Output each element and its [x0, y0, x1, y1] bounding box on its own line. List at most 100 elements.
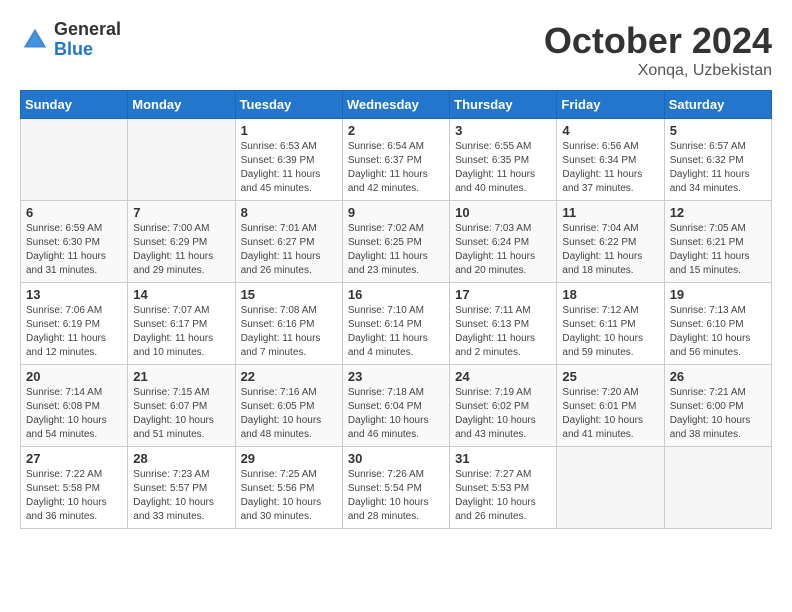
calendar-day-cell: 17 Sunrise: 7:11 AMSunset: 6:13 PMDaylig…: [450, 283, 557, 365]
day-number: 22: [241, 369, 337, 384]
day-detail: Sunrise: 7:06 AMSunset: 6:19 PMDaylight:…: [26, 304, 122, 360]
day-detail: Sunrise: 7:04 AMSunset: 6:22 PMDaylight:…: [562, 222, 658, 278]
day-detail: Sunrise: 6:53 AMSunset: 6:39 PMDaylight:…: [241, 140, 337, 196]
day-detail: Sunrise: 7:15 AMSunset: 6:07 PMDaylight:…: [133, 386, 229, 442]
day-number: 28: [133, 451, 229, 466]
location: Xonqa, Uzbekistan: [544, 62, 772, 80]
calendar-day-cell: 8 Sunrise: 7:01 AMSunset: 6:27 PMDayligh…: [235, 201, 342, 283]
day-number: 18: [562, 287, 658, 302]
day-number: 17: [455, 287, 551, 302]
calendar-day-cell: 27 Sunrise: 7:22 AMSunset: 5:58 PMDaylig…: [21, 447, 128, 529]
calendar-day-cell: 14 Sunrise: 7:07 AMSunset: 6:17 PMDaylig…: [128, 283, 235, 365]
day-detail: Sunrise: 6:56 AMSunset: 6:34 PMDaylight:…: [562, 140, 658, 196]
day-number: 20: [26, 369, 122, 384]
calendar-day-cell: 22 Sunrise: 7:16 AMSunset: 6:05 PMDaylig…: [235, 365, 342, 447]
calendar-week-row: 20 Sunrise: 7:14 AMSunset: 6:08 PMDaylig…: [21, 365, 772, 447]
day-number: 5: [670, 123, 766, 138]
calendar-day-cell: 30 Sunrise: 7:26 AMSunset: 5:54 PMDaylig…: [342, 447, 449, 529]
day-detail: Sunrise: 7:13 AMSunset: 6:10 PMDaylight:…: [670, 304, 766, 360]
day-detail: Sunrise: 7:26 AMSunset: 5:54 PMDaylight:…: [348, 468, 444, 524]
col-header-saturday: Saturday: [664, 91, 771, 119]
day-detail: Sunrise: 7:01 AMSunset: 6:27 PMDaylight:…: [241, 222, 337, 278]
calendar-day-cell: 12 Sunrise: 7:05 AMSunset: 6:21 PMDaylig…: [664, 201, 771, 283]
day-detail: Sunrise: 7:18 AMSunset: 6:04 PMDaylight:…: [348, 386, 444, 442]
calendar-day-cell: [21, 119, 128, 201]
calendar-day-cell: 29 Sunrise: 7:25 AMSunset: 5:56 PMDaylig…: [235, 447, 342, 529]
calendar-day-cell: 25 Sunrise: 7:20 AMSunset: 6:01 PMDaylig…: [557, 365, 664, 447]
logo-general-text: General: [54, 20, 121, 40]
day-number: 7: [133, 205, 229, 220]
day-detail: Sunrise: 7:03 AMSunset: 6:24 PMDaylight:…: [455, 222, 551, 278]
day-detail: Sunrise: 7:19 AMSunset: 6:02 PMDaylight:…: [455, 386, 551, 442]
day-number: 9: [348, 205, 444, 220]
calendar-day-cell: 21 Sunrise: 7:15 AMSunset: 6:07 PMDaylig…: [128, 365, 235, 447]
day-detail: Sunrise: 6:55 AMSunset: 6:35 PMDaylight:…: [455, 140, 551, 196]
day-number: 11: [562, 205, 658, 220]
day-detail: Sunrise: 7:11 AMSunset: 6:13 PMDaylight:…: [455, 304, 551, 360]
calendar-day-cell: [664, 447, 771, 529]
calendar-day-cell: 16 Sunrise: 7:10 AMSunset: 6:14 PMDaylig…: [342, 283, 449, 365]
calendar-day-cell: 26 Sunrise: 7:21 AMSunset: 6:00 PMDaylig…: [664, 365, 771, 447]
day-detail: Sunrise: 7:27 AMSunset: 5:53 PMDaylight:…: [455, 468, 551, 524]
logo-blue-text: Blue: [54, 40, 121, 60]
day-number: 12: [670, 205, 766, 220]
day-number: 27: [26, 451, 122, 466]
calendar-day-cell: 28 Sunrise: 7:23 AMSunset: 5:57 PMDaylig…: [128, 447, 235, 529]
calendar-day-cell: 6 Sunrise: 6:59 AMSunset: 6:30 PMDayligh…: [21, 201, 128, 283]
calendar-day-cell: 5 Sunrise: 6:57 AMSunset: 6:32 PMDayligh…: [664, 119, 771, 201]
day-number: 25: [562, 369, 658, 384]
calendar-day-cell: 2 Sunrise: 6:54 AMSunset: 6:37 PMDayligh…: [342, 119, 449, 201]
calendar-week-row: 1 Sunrise: 6:53 AMSunset: 6:39 PMDayligh…: [21, 119, 772, 201]
day-number: 21: [133, 369, 229, 384]
day-number: 14: [133, 287, 229, 302]
day-number: 26: [670, 369, 766, 384]
day-number: 24: [455, 369, 551, 384]
month-title: October 2024: [544, 20, 772, 62]
day-detail: Sunrise: 7:08 AMSunset: 6:16 PMDaylight:…: [241, 304, 337, 360]
calendar-day-cell: 19 Sunrise: 7:13 AMSunset: 6:10 PMDaylig…: [664, 283, 771, 365]
day-number: 8: [241, 205, 337, 220]
calendar-day-cell: 4 Sunrise: 6:56 AMSunset: 6:34 PMDayligh…: [557, 119, 664, 201]
col-header-tuesday: Tuesday: [235, 91, 342, 119]
calendar-day-cell: 18 Sunrise: 7:12 AMSunset: 6:11 PMDaylig…: [557, 283, 664, 365]
day-detail: Sunrise: 7:10 AMSunset: 6:14 PMDaylight:…: [348, 304, 444, 360]
day-detail: Sunrise: 7:12 AMSunset: 6:11 PMDaylight:…: [562, 304, 658, 360]
day-detail: Sunrise: 7:05 AMSunset: 6:21 PMDaylight:…: [670, 222, 766, 278]
day-detail: Sunrise: 7:00 AMSunset: 6:29 PMDaylight:…: [133, 222, 229, 278]
day-number: 6: [26, 205, 122, 220]
day-detail: Sunrise: 7:14 AMSunset: 6:08 PMDaylight:…: [26, 386, 122, 442]
calendar-day-cell: 7 Sunrise: 7:00 AMSunset: 6:29 PMDayligh…: [128, 201, 235, 283]
day-number: 23: [348, 369, 444, 384]
calendar-week-row: 27 Sunrise: 7:22 AMSunset: 5:58 PMDaylig…: [21, 447, 772, 529]
col-header-thursday: Thursday: [450, 91, 557, 119]
calendar-day-cell: 11 Sunrise: 7:04 AMSunset: 6:22 PMDaylig…: [557, 201, 664, 283]
day-number: 13: [26, 287, 122, 302]
logo-icon: [20, 25, 50, 55]
calendar-day-cell: 31 Sunrise: 7:27 AMSunset: 5:53 PMDaylig…: [450, 447, 557, 529]
day-detail: Sunrise: 7:21 AMSunset: 6:00 PMDaylight:…: [670, 386, 766, 442]
day-number: 29: [241, 451, 337, 466]
day-detail: Sunrise: 7:07 AMSunset: 6:17 PMDaylight:…: [133, 304, 229, 360]
logo-text: General Blue: [54, 20, 121, 60]
day-number: 30: [348, 451, 444, 466]
day-number: 15: [241, 287, 337, 302]
logo: General Blue: [20, 20, 121, 60]
day-number: 10: [455, 205, 551, 220]
title-block: October 2024 Xonqa, Uzbekistan: [544, 20, 772, 80]
page-header: General Blue October 2024 Xonqa, Uzbekis…: [20, 20, 772, 80]
day-detail: Sunrise: 7:22 AMSunset: 5:58 PMDaylight:…: [26, 468, 122, 524]
col-header-friday: Friday: [557, 91, 664, 119]
calendar-day-cell: 15 Sunrise: 7:08 AMSunset: 6:16 PMDaylig…: [235, 283, 342, 365]
calendar-day-cell: [557, 447, 664, 529]
calendar-day-cell: 13 Sunrise: 7:06 AMSunset: 6:19 PMDaylig…: [21, 283, 128, 365]
day-number: 19: [670, 287, 766, 302]
day-number: 4: [562, 123, 658, 138]
calendar-day-cell: 10 Sunrise: 7:03 AMSunset: 6:24 PMDaylig…: [450, 201, 557, 283]
calendar-week-row: 6 Sunrise: 6:59 AMSunset: 6:30 PMDayligh…: [21, 201, 772, 283]
day-number: 31: [455, 451, 551, 466]
day-number: 3: [455, 123, 551, 138]
day-number: 2: [348, 123, 444, 138]
calendar-header-row: SundayMondayTuesdayWednesdayThursdayFrid…: [21, 91, 772, 119]
day-number: 1: [241, 123, 337, 138]
col-header-sunday: Sunday: [21, 91, 128, 119]
